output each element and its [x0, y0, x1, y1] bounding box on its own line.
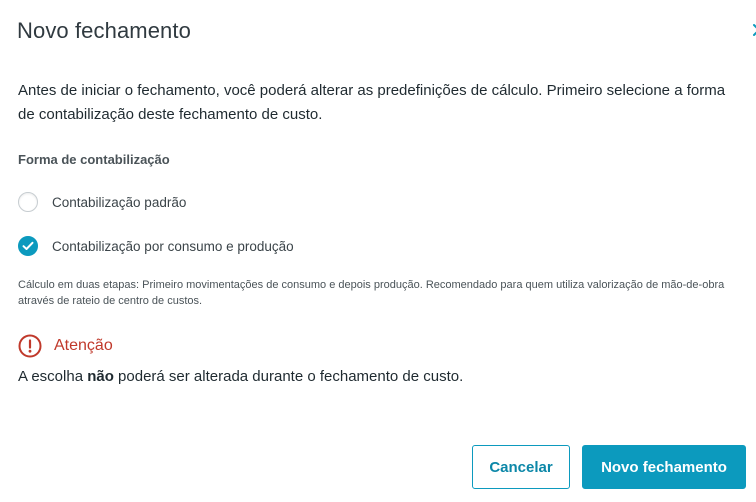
dialog-title: Novo fechamento	[17, 18, 191, 43]
option-label: Contabilização padrão	[52, 194, 187, 210]
section-label: Forma de contabilização	[18, 152, 170, 167]
option-label: Contabilização por consumo e produção	[52, 238, 294, 254]
attention-note: A escolha não poderá ser alterada durant…	[18, 368, 463, 385]
alert-circle-icon	[18, 334, 42, 358]
attention-title: Atenção	[54, 337, 113, 354]
cancel-button[interactable]: Cancelar	[472, 445, 570, 489]
radio-checked[interactable]	[18, 236, 38, 256]
close-button[interactable]	[751, 22, 756, 38]
new-closing-dialog: Novo fechamento Antes de iniciar o fecha…	[0, 0, 756, 502]
new-closing-button[interactable]: Novo fechamento	[582, 445, 746, 489]
intro-text: Antes de iniciar o fechamento, você pode…	[18, 82, 726, 123]
radio-unchecked[interactable]	[18, 192, 38, 212]
note-text-bold: não	[87, 368, 114, 385]
option-consumption-production-accounting[interactable]: Contabilização por consumo e produção	[18, 235, 294, 257]
note-text-after: poderá ser alterada durante o fechamento…	[113, 368, 464, 385]
note-text-before: A escolha	[18, 368, 88, 385]
option-hint: Cálculo em duas etapas: Primeiro movimen…	[18, 279, 725, 307]
option-standard-accounting[interactable]: Contabilização padrão	[18, 191, 186, 213]
attention-header: Atenção	[18, 334, 113, 358]
check-icon	[22, 241, 34, 250]
close-icon	[753, 24, 756, 36]
